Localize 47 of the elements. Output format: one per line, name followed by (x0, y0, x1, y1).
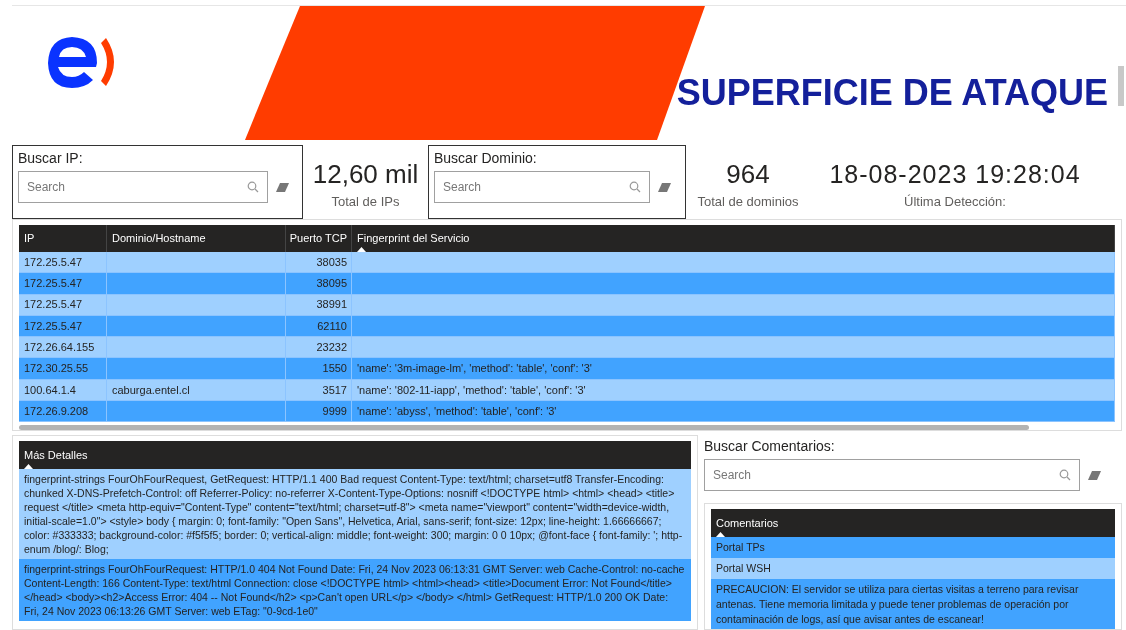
comment-text: PRECAUCION: El servidor se utiliza para ciertas visitas a terreno para revisar antenas. Tiene memoria limitada y puede tener problemas de operación por contaminación de logs, así que avisar antes de escanear! (716, 582, 1080, 627)
kpi-value: 964 (726, 158, 770, 190)
comment-text: Portal WSH (716, 561, 772, 576)
detection-timestamp: 18-08-2023 19:28:04 (829, 159, 1081, 190)
table-cell-text: 9999 (322, 403, 347, 419)
search-icon (1059, 469, 1071, 481)
search-field[interactable]: Search (18, 171, 268, 203)
search-field[interactable]: Search (704, 459, 1080, 491)
table-cell-text: 3517 (322, 382, 347, 398)
table-cell-text: 172.25.5.47 (24, 318, 83, 334)
table-cell-text: 172.25.5.47 (24, 276, 83, 292)
page-title: SUPERFICIE DE ATAQUE (676, 71, 1108, 115)
table-cell-text: 23232 (316, 339, 347, 355)
eraser-icon[interactable] (658, 182, 671, 192)
table-cell-text: 62110 (317, 318, 347, 334)
details-text: fingerprint-strings FourOhFourRequest: HTTP/1.0 404 Not Found Date: Fri, 24 Nov 2023 06:13:31 GMT Server: web Cache-Control: no-cache Content-Length: 166 Content-Type: text/html Connection: close <!DOCTYPE html> <html><head> <title>Document Error: Not Found</title></head> <body><h2>Access Error: 404 -- Not Found</h2> <p>Can't open URL</p> </body> </html> GetRequest: HTTP/1.0 200 OK Date: Fri, 24 Nov 2023 06:13:26 GMT Server: web ETag: "0-9cd-1e0" (24, 562, 686, 618)
table-cell-text: 100.64.1.4 (24, 382, 76, 398)
table-cell-text: 38095 (316, 276, 347, 292)
table-cell-text: 172.25.5.47 (24, 254, 83, 270)
eraser-icon[interactable] (276, 182, 289, 192)
table-cell-text: 172.26.64.155 (24, 339, 95, 355)
column-header[interactable]: Comentarios (711, 509, 1115, 537)
table-cell-text: 38991 (316, 297, 347, 313)
kpi-label: Total de IPs (331, 193, 400, 211)
column-header[interactable]: Más Detalles (19, 441, 691, 469)
search-icon (629, 181, 641, 193)
table-cell-text: caburga.entel.cl (112, 382, 190, 398)
kpi-label: Última Detección: (904, 193, 1006, 211)
table-cell-text: 38035 (316, 254, 347, 270)
table-cell-text: 172.26.9.208 (24, 403, 89, 419)
table-cell-text: 172.25.5.47 (24, 297, 83, 313)
eraser-icon[interactable] (1088, 470, 1101, 480)
table-cell-text: 'name': '802-11-iapp', 'method': 'table', 'conf': '3' (357, 382, 586, 398)
table-cell-text: 'name': '3m-image-lm', 'method': 'table', 'conf': '3' (357, 361, 592, 377)
table-cell-text: 'name': 'abyss', 'method': 'table', 'conf': '3' (357, 403, 557, 419)
search-label: Buscar Comentarios: (704, 437, 836, 455)
table-cell-text: 172.30.25.55 (24, 361, 89, 377)
kpi-label: Total de dominios (697, 193, 799, 211)
details-text: fingerprint-strings FourOhFourRequest, GetRequest: HTTP/1.1 400 Bad request Content-Type: text/html; charset=utf8 Transfer-Encoding: chunked X-DNS-Prefetch-Control: off Referrer-Policy: no-referrer X-Content-Type-Options: nosniff <!DOCTYPE html> <html> <head> <title> request </title> <meta http-equiv="Content-Type" content="text/html; charset=utf-8"> <meta name="viewport" content="width=device-width, initial-scale=1.0"> <style> body { margin: 0; font-family: "Open Sans", Helvetica, Arial, sans-serif; font-size: 12px; line-height: 1.66666667; color: #333333; background-color: #f5f5f5; border: 0; vertical-align: middle; font-weight: 300; margin: 0 0 10px; @font-face { font-family: '; http-enum /blog/: Blog; (24, 472, 684, 556)
table-cell-text: 1550 (322, 361, 347, 377)
kpi-value: 12,60 mil (312, 158, 419, 190)
scrollbar-thumb (1118, 66, 1124, 106)
search-label: Buscar Dominio: (434, 149, 538, 167)
search-label: Buscar IP: (18, 149, 84, 167)
search-icon (247, 181, 259, 193)
comment-text: Portal TPs (716, 540, 766, 555)
search-field[interactable]: Search (434, 171, 650, 203)
